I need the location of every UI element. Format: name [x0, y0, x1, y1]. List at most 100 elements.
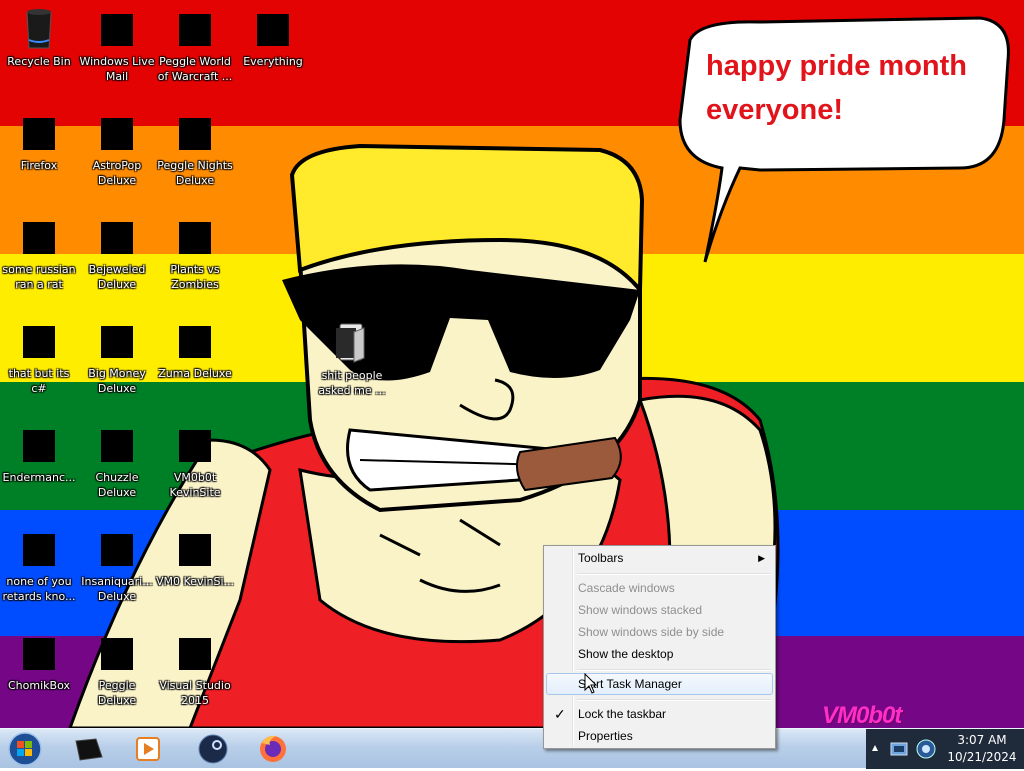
desktop-icon-label: Peggle World of Warcraft ... [157, 55, 233, 83]
desktop-icon[interactable]: Windows Live Mail [78, 4, 156, 84]
firefox-icon [260, 735, 286, 762]
insaniquarium-icon [93, 524, 141, 572]
menu-separator [577, 699, 771, 701]
desktop-icon-label: Endermanc... [2, 471, 76, 484]
desktop-icon[interactable]: Visual Studio 2015 [156, 628, 234, 708]
unity-icon [75, 738, 103, 761]
desktop-icon[interactable]: Endermanc... [0, 420, 78, 485]
taskbar-app-unity[interactable] [62, 731, 116, 767]
chomikbox-icon [15, 628, 63, 676]
desktop[interactable]: happy pride month everyone! VM0b0t Recyc… [0, 0, 1024, 728]
folder-label: shit people asked me ... [318, 369, 386, 397]
clock-time[interactable]: 3:07 AM [940, 733, 1024, 747]
desktop-icon[interactable]: VM0 KevinSi... [156, 524, 234, 589]
redaction-box [101, 326, 133, 358]
redaction-box [179, 14, 211, 46]
desktop-icon-label: Chuzzle Deluxe [95, 471, 139, 499]
menu-item-show-windows-stacked[interactable]: Show windows stacked [546, 599, 773, 621]
desktop-icon[interactable]: ChomikBox [0, 628, 78, 693]
terminal-icon [15, 420, 63, 468]
redaction-box [101, 534, 133, 566]
desktop-icon[interactable]: Zuma Deluxe [156, 316, 234, 381]
desktop-icon[interactable]: Everything [234, 4, 312, 69]
volume-icon[interactable] [914, 737, 938, 761]
menu-item-show-desktop[interactable]: Show the desktop [546, 643, 773, 665]
menu-item-label: Show the desktop [578, 647, 674, 661]
app-icon [15, 316, 63, 364]
redaction-box [23, 638, 55, 670]
desktop-icon-label: VM0 KevinSi... [156, 575, 235, 588]
big-money-icon [93, 316, 141, 364]
app-icon [15, 212, 63, 260]
redaction-box [179, 326, 211, 358]
redaction-box [101, 430, 133, 462]
desktop-icon-label: VM0b0t KevinSite [169, 471, 221, 499]
taskbar-app-firefox[interactable] [246, 731, 300, 767]
redaction-box [101, 638, 133, 670]
plants-vs-zombies-icon [171, 212, 219, 260]
menu-item-show-windows-side-by-side[interactable]: Show windows side by side [546, 621, 773, 643]
app-icon [15, 524, 63, 572]
taskbar-context-menu: Toolbars ▶ Cascade windows Show windows … [543, 545, 776, 749]
start-button[interactable] [4, 731, 46, 767]
peggle-icon [171, 4, 219, 52]
folder-icon [328, 318, 376, 366]
zuma-icon [171, 316, 219, 364]
desktop-icon-label: Windows Live Mail [79, 55, 155, 83]
redaction-box [179, 430, 211, 462]
network-icon[interactable] [888, 737, 912, 761]
taskbar-app-steam[interactable] [186, 731, 240, 767]
recycle-bin-icon [15, 4, 63, 52]
desktop-folder[interactable]: shit people asked me ... [306, 318, 398, 398]
redaction-box [179, 222, 211, 254]
desktop-icon[interactable]: Firefox [0, 108, 78, 173]
desktop-icon[interactable]: Recycle Bin [0, 4, 78, 69]
media-player-icon [136, 737, 160, 761]
desktop-icon[interactable]: Plants vs Zombies [156, 212, 234, 292]
desktop-icon[interactable]: AstroPop Deluxe [78, 108, 156, 188]
desktop-icon[interactable]: VM0b0t KevinSite [156, 420, 234, 500]
redaction-box [257, 14, 289, 46]
bejeweled-icon [93, 212, 141, 260]
desktop-icon-label: some russian ran a rat [2, 263, 76, 291]
menu-item-properties[interactable]: Properties [546, 725, 773, 747]
desktop-icon[interactable]: Chuzzle Deluxe [78, 420, 156, 500]
desktop-icon[interactable]: none of you retards kno... [0, 524, 78, 604]
desktop-icon-label: Bejeweled Deluxe [88, 263, 146, 291]
show-hidden-icons-chevron[interactable] [870, 741, 880, 755]
desktop-icon[interactable]: Bejeweled Deluxe [78, 212, 156, 292]
clock-date[interactable]: 10/21/2024 [940, 750, 1024, 764]
menu-item-start-task-manager[interactable]: Start Task Manager [546, 673, 773, 695]
desktop-icon[interactable]: Big Money Deluxe [78, 316, 156, 396]
desktop-icon-label: Zuma Deluxe [158, 367, 232, 380]
desktop-icon[interactable]: some russian ran a rat [0, 212, 78, 292]
desktop-icon-label: Recycle Bin [7, 55, 71, 68]
visual-studio-icon [171, 628, 219, 676]
astropop-icon [93, 108, 141, 156]
redaction-box [23, 118, 55, 150]
desktop-icon-label: none of you retards kno... [2, 575, 76, 603]
menu-item-label: Show windows side by side [578, 625, 725, 639]
desktop-icon[interactable]: Insaniquari... Deluxe [78, 524, 156, 604]
everything-search-icon [249, 4, 297, 52]
redaction-box [179, 118, 211, 150]
menu-item-cascade-windows[interactable]: Cascade windows [546, 577, 773, 599]
redaction-box [179, 534, 211, 566]
redaction-box [23, 430, 55, 462]
desktop-icon-label: Everything [243, 55, 303, 68]
menu-item-lock-taskbar[interactable]: ✓ Lock the taskbar [546, 703, 773, 725]
windows-live-mail-icon [93, 4, 141, 52]
desktop-icon[interactable]: that but its c# [0, 316, 78, 396]
redaction-box [23, 222, 55, 254]
menu-item-toolbars[interactable]: Toolbars ▶ [546, 547, 773, 569]
redaction-box [23, 326, 55, 358]
redaction-box [23, 534, 55, 566]
menu-item-label: Toolbars [578, 551, 624, 565]
desktop-icon[interactable]: Peggle Deluxe [78, 628, 156, 708]
firefox-icon [15, 108, 63, 156]
speech-bubble-text: happy pride month everyone! [706, 50, 967, 126]
taskbar[interactable]: 3:07 AM 10/21/2024 [0, 728, 1024, 769]
desktop-icon[interactable]: Peggle World of Warcraft ... [156, 4, 234, 84]
desktop-icon[interactable]: Peggle Nights Deluxe [156, 108, 234, 188]
taskbar-app-media-player[interactable] [120, 731, 174, 767]
